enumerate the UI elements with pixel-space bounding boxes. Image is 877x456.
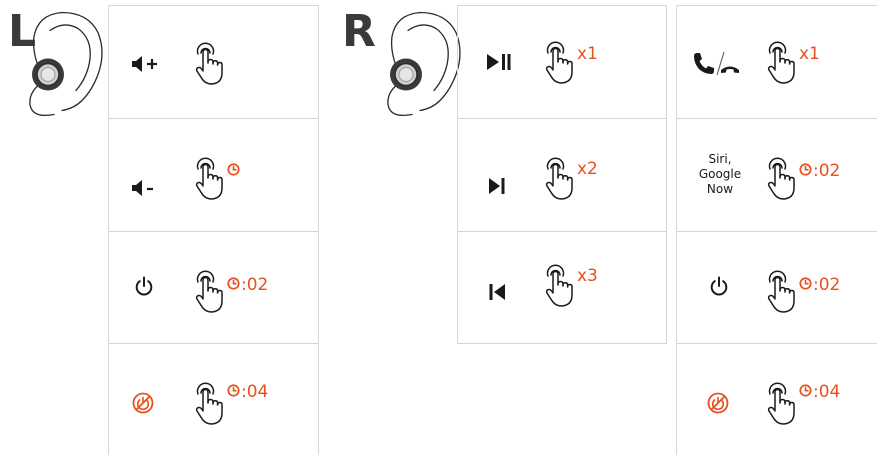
tap-gesture-icon bbox=[192, 380, 226, 426]
hold-clock-icon bbox=[799, 163, 812, 176]
play-pause-icon bbox=[487, 54, 511, 70]
tap-gesture-icon bbox=[542, 155, 576, 201]
right-earbud-call-controls-panel: x1 Siri, Google Now :02 :02 :04 bbox=[676, 5, 877, 455]
tap-count-badge: x1 bbox=[577, 44, 598, 64]
previous-track-icon bbox=[489, 284, 505, 300]
tap-count-badge: x3 bbox=[577, 266, 598, 286]
control-row-volume-down bbox=[109, 119, 318, 232]
control-row-power-off: :04 bbox=[677, 344, 877, 456]
control-row-power-off: :04 bbox=[109, 344, 318, 456]
power-icon bbox=[709, 275, 729, 297]
tap-gesture-icon bbox=[764, 268, 798, 314]
hold-duration-badge: :02 bbox=[799, 277, 840, 294]
power-icon bbox=[134, 275, 154, 297]
right-earbud-media-controls-panel: x1 x2 x3 bbox=[457, 5, 667, 344]
control-row-voice-assistant: Siri, Google Now :02 bbox=[677, 119, 877, 232]
left-earbud-controls-panel: :02 :04 bbox=[108, 5, 319, 455]
answer-end-call-icon bbox=[694, 51, 739, 76]
tap-count-badge: x1 bbox=[799, 44, 820, 64]
hold-clock-icon bbox=[799, 277, 812, 290]
hold-duration-badge: :02 bbox=[227, 277, 268, 294]
next-track-icon bbox=[489, 178, 505, 194]
hold-clock-icon bbox=[799, 384, 812, 397]
control-row-play-pause: x1 bbox=[458, 6, 666, 119]
tap-gesture-icon bbox=[192, 40, 226, 86]
hold-clock-icon bbox=[227, 277, 240, 290]
tap-gesture-icon bbox=[542, 39, 576, 85]
control-row-volume-up bbox=[109, 6, 318, 119]
hold-duration-badge: :04 bbox=[227, 384, 268, 401]
control-row-previous-track: x3 bbox=[458, 232, 666, 345]
hold-clock-icon bbox=[227, 384, 240, 397]
hold-duration-badge: :02 bbox=[799, 163, 840, 180]
control-row-power: :02 bbox=[677, 232, 877, 344]
control-row-next-track: x2 bbox=[458, 119, 666, 232]
voice-assistant-label: Siri, Google Now bbox=[698, 152, 742, 196]
hold-clock-icon bbox=[227, 163, 240, 176]
power-off-disabled-icon bbox=[707, 392, 729, 414]
tap-gesture-icon bbox=[542, 262, 576, 308]
tap-gesture-icon bbox=[192, 268, 226, 314]
tap-gesture-icon bbox=[764, 380, 798, 426]
hold-duration-badge: :04 bbox=[799, 384, 840, 401]
tap-gesture-icon bbox=[192, 155, 226, 201]
hold-duration-badge bbox=[227, 163, 241, 180]
tap-count-badge: x2 bbox=[577, 159, 598, 179]
control-row-answer-end-call: x1 bbox=[677, 6, 877, 119]
power-off-disabled-icon bbox=[132, 392, 154, 414]
left-earbud-ear-illustration bbox=[10, 6, 120, 121]
volume-down-icon bbox=[132, 180, 153, 196]
tap-gesture-icon bbox=[764, 39, 798, 85]
tap-gesture-icon bbox=[764, 155, 798, 201]
control-row-power: :02 bbox=[109, 232, 318, 344]
volume-up-icon bbox=[132, 56, 157, 72]
